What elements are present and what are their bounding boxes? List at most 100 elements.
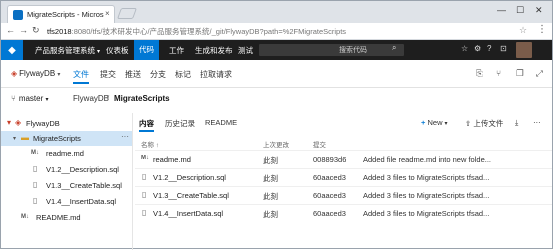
- more-actions-icon[interactable]: ···: [121, 132, 129, 141]
- file-icon: ▯: [33, 164, 38, 173]
- breadcrumb-folder[interactable]: MigrateScripts: [114, 94, 170, 103]
- nav-dashboard[interactable]: 仪表板: [106, 45, 129, 56]
- project-name: 产品服务管理系统: [35, 46, 95, 55]
- url-field[interactable]: tfs2018:8080/tfs/技术研发中心/产品服务管理系统/_git/Fl…: [47, 26, 346, 37]
- bookmark-star-icon[interactable]: ☆: [519, 25, 527, 36]
- file-name[interactable]: V1.3__CreateTable.sql: [153, 191, 229, 200]
- help-icon[interactable]: ?: [487, 44, 491, 53]
- nav-test[interactable]: 测试: [238, 45, 253, 56]
- new-tab-button[interactable]: [116, 8, 138, 19]
- table-row[interactable]: M↓ readme.md 此刻 008893d6 Added file read…: [135, 150, 552, 167]
- code-search-input[interactable]: 搜索代码 ⌕: [259, 43, 404, 56]
- plus-icon: +: [421, 118, 426, 127]
- tab-files[interactable]: 文件: [73, 69, 89, 84]
- url-path: :8080/tfs/技术研发中心/产品服务管理系统/_git/FlywayDB?…: [71, 27, 347, 36]
- chevron-down-icon[interactable]: ▾: [7, 118, 11, 127]
- tree-item-file[interactable]: ▯ V1.4__InsertData.sql: [1, 194, 132, 209]
- star-icon[interactable]: ☆: [461, 44, 468, 53]
- tab-contents[interactable]: 内容: [139, 118, 154, 132]
- new-button[interactable]: + New ▾: [421, 118, 448, 127]
- repo-icon: ◈: [15, 118, 22, 127]
- nav-work[interactable]: 工作: [169, 45, 184, 56]
- last-change: 此刻: [263, 192, 278, 201]
- commit-id[interactable]: 008893d6: [313, 155, 346, 164]
- tab-commits[interactable]: 提交: [100, 69, 116, 80]
- download-icon[interactable]: ⤓: [515, 118, 518, 128]
- tree-item-file[interactable]: ▯ V1.2__Description.sql: [1, 162, 132, 177]
- browser-menu-icon[interactable]: ⋮: [537, 24, 547, 35]
- more-actions-icon[interactable]: ⋯: [533, 118, 541, 127]
- minimize-button[interactable]: —: [497, 5, 506, 15]
- tree-item-label: MigrateScripts: [33, 134, 81, 143]
- commit-id[interactable]: 60aaced3: [313, 173, 346, 182]
- branch-selector[interactable]: ⑂ master ▾: [11, 94, 49, 103]
- tree-item-repo[interactable]: ▾ ◈ FlywayDB: [1, 116, 132, 131]
- table-row[interactable]: ▯ V1.3__CreateTable.sql 此刻 60aaced3 Adde…: [135, 186, 552, 203]
- file-icon: ▯: [33, 180, 38, 189]
- back-icon[interactable]: ←: [6, 25, 15, 35]
- tree-item-label: readme.md: [46, 149, 84, 158]
- tree-item-folder[interactable]: ▾ ▬ MigrateScripts ···: [1, 131, 132, 146]
- repo-icon: ◈: [11, 69, 18, 78]
- tree-item-file[interactable]: ▯ V1.3__CreateTable.sql: [1, 178, 132, 193]
- maximize-button[interactable]: ☐: [516, 5, 524, 16]
- commit-message: Added 3 files to MigrateScripts tfsad...: [363, 209, 490, 218]
- browser-tab[interactable]: MigrateScripts - Micros ×: [7, 5, 115, 23]
- close-window-button[interactable]: ✕: [535, 5, 543, 16]
- column-commit[interactable]: 提交: [313, 139, 326, 149]
- new-label: New: [427, 118, 443, 127]
- nav-build-release[interactable]: 生成和发布: [195, 45, 233, 56]
- tab-pushes[interactable]: 推送: [125, 69, 141, 80]
- visual-studio-icon[interactable]: ◆: [1, 40, 23, 60]
- upload-label: 上传文件: [473, 119, 504, 128]
- file-icon: ▯: [142, 208, 147, 217]
- file-name[interactable]: readme.md: [153, 155, 191, 164]
- last-change: 此刻: [263, 210, 278, 219]
- clone-icon[interactable]: ⎘: [476, 68, 483, 79]
- forward-icon[interactable]: →: [19, 25, 28, 35]
- tree-item-file[interactable]: M↓ readme.md: [1, 146, 132, 161]
- chevron-down-icon[interactable]: ▾: [13, 135, 16, 142]
- breadcrumb-repo[interactable]: FlywayDB: [73, 94, 109, 103]
- tab-history[interactable]: 历史记录: [165, 118, 195, 129]
- upload-files-button[interactable]: ⇧ 上传文件: [465, 118, 503, 129]
- file-name[interactable]: V1.2__Description.sql: [153, 173, 226, 182]
- gear-icon[interactable]: ⚙: [474, 44, 481, 53]
- browser-tab-strip: MigrateScripts - Micros × — ☐ ✕: [1, 1, 552, 23]
- address-bar: ← → ↻ tfs2018:8080/tfs/技术研发中心/产品服务管理系统/_…: [1, 23, 552, 40]
- repo-selector[interactable]: ◈ FlywayDB ▾: [11, 69, 60, 78]
- tree-item-label: README.md: [36, 213, 81, 222]
- fullscreen-icon[interactable]: ⤢: [536, 68, 543, 79]
- commit-id[interactable]: 60aaced3: [313, 209, 346, 218]
- fork-icon[interactable]: ⑂: [496, 68, 501, 78]
- folder-icon: ▬: [21, 133, 29, 142]
- url-host: tfs2018: [47, 27, 72, 36]
- file-name[interactable]: V1.4__InsertData.sql: [153, 209, 223, 218]
- branch-icon: ⑂: [11, 94, 16, 103]
- commit-message: Added 3 files to MigrateScripts tfsad...: [363, 173, 490, 182]
- tab-close-icon[interactable]: ×: [105, 9, 110, 18]
- folder-contents: 内容 历史记录 README + New ▾ ⇧ 上传文件 ⤓ ⋯ 名称 ↑ 上次…: [135, 113, 552, 250]
- shopping-bag-icon[interactable]: ⊡: [500, 44, 507, 53]
- project-selector[interactable]: 产品服务管理系统 ▾: [35, 45, 100, 56]
- markdown-file-icon: M↓: [21, 214, 29, 220]
- avatar[interactable]: [516, 42, 532, 58]
- tree-item-label: V1.3__CreateTable.sql: [46, 181, 122, 190]
- tab-branches[interactable]: 分支: [150, 69, 166, 80]
- tab-readme[interactable]: README: [205, 118, 237, 127]
- tree-item-label: V1.4__InsertData.sql: [46, 197, 117, 206]
- browser-tab-title: MigrateScripts - Micros: [27, 10, 104, 19]
- table-row[interactable]: ▯ V1.4__InsertData.sql 此刻 60aaced3 Added…: [135, 204, 552, 221]
- nav-code[interactable]: 代码: [134, 40, 159, 60]
- reload-icon[interactable]: ↻: [32, 25, 40, 36]
- commit-id[interactable]: 60aaced3: [313, 191, 346, 200]
- column-name[interactable]: 名称 ↑: [141, 139, 159, 149]
- tab-tags[interactable]: 标记: [175, 69, 191, 80]
- column-last-change[interactable]: 上次更改: [263, 139, 289, 149]
- tree-item-file[interactable]: M↓ README.md: [1, 210, 132, 225]
- file-icon: ▯: [142, 172, 147, 181]
- tab-pull-requests[interactable]: 拉取请求: [200, 69, 232, 80]
- table-row[interactable]: ▯ V1.2__Description.sql 此刻 60aaced3 Adde…: [135, 168, 552, 185]
- branch-name: master: [18, 94, 44, 103]
- copy-icon[interactable]: ❐: [516, 68, 524, 79]
